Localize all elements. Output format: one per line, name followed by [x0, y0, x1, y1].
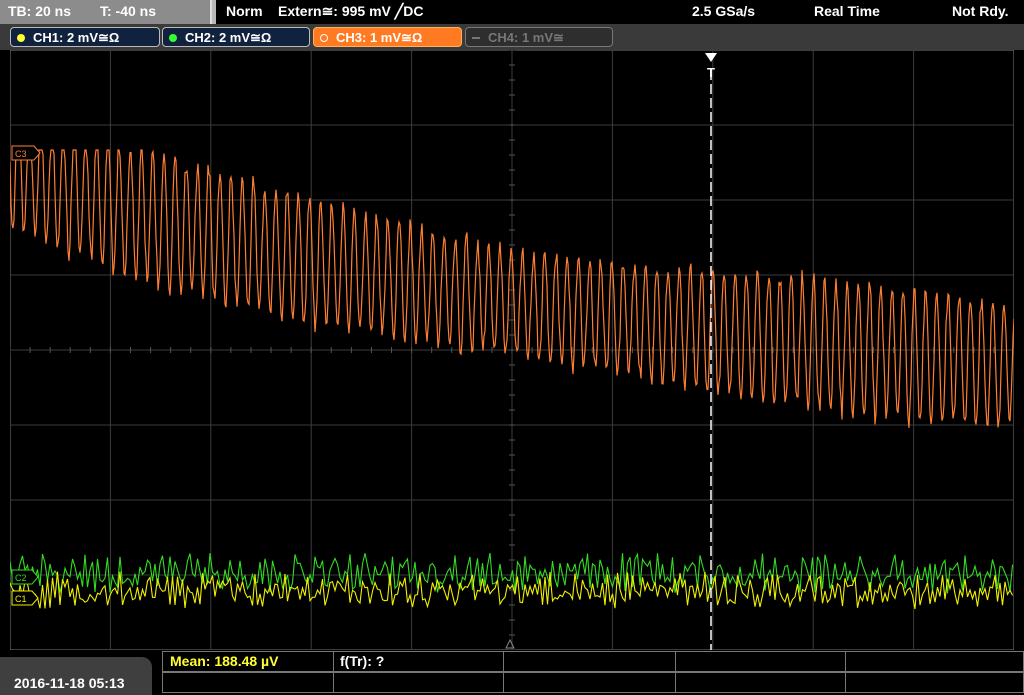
channel-bar: CH1: 2 mV≅Ω CH2: 2 mV≅Ω CH3: 1 mV≅Ω CH4:… — [0, 24, 1024, 50]
ch2-marker-label: C2 — [15, 573, 27, 583]
acquisition-mode: Real Time — [814, 3, 880, 19]
channel-3-button[interactable]: CH3: 1 mV≅Ω — [313, 27, 462, 47]
frequency-measurement: f(Tr): ? — [340, 653, 385, 669]
scope-grid: T C3 C2 C1 — [10, 50, 1014, 650]
measurement-cell — [846, 672, 1024, 693]
ch1-marker-label: C1 — [15, 594, 27, 604]
ch2-offset-marker[interactable]: C2 — [11, 569, 39, 585]
ch1-indicator-icon — [17, 34, 25, 42]
measurement-cell — [504, 651, 676, 672]
measurement-cell — [846, 651, 1024, 672]
ch3-marker-label: C3 — [15, 149, 27, 159]
ch4-off-icon — [472, 37, 480, 39]
channel-1-button[interactable]: CH1: 2 mV≅Ω — [10, 27, 160, 47]
trigger-offset-value: T: -40 ns — [100, 3, 157, 19]
measurement-cell — [334, 672, 504, 693]
trigger-source: Extern≅: 995 mV ╱DC — [278, 3, 424, 19]
timebase-value: TB: 20 ns — [8, 3, 72, 19]
sample-rate: 2.5 GSa/s — [692, 3, 756, 19]
measurement-panel[interactable]: Mean: 188.48 µV f(Tr): ? — [162, 651, 1024, 695]
measurement-cell — [162, 672, 334, 693]
ch3-offset-marker[interactable]: C3 — [11, 145, 41, 161]
datetime-label: 2016-11-18 05:13 — [14, 675, 125, 691]
measurement-cell — [676, 672, 846, 693]
timebase-panel[interactable]: TB: 20 ns T: -40 ns — [0, 0, 212, 24]
trigger-marker-label: T — [707, 65, 715, 80]
channel-4-label: CH4: 1 mV≅ — [488, 30, 564, 45]
channel-1-label: CH1: 2 mV≅Ω — [33, 30, 120, 45]
waveform-display[interactable]: T C3 C2 C1 — [10, 50, 1014, 650]
acquisition-panel[interactable]: Norm Extern≅: 995 mV ╱DC 2.5 GSa/s Real … — [216, 0, 1024, 24]
ch3-indicator-icon — [320, 34, 328, 42]
trigger-mode: Norm — [226, 3, 263, 19]
ready-state: Not Rdy. — [952, 3, 1009, 19]
measurement-cell — [504, 672, 676, 693]
ch1-offset-marker[interactable]: C1 — [11, 590, 39, 606]
measurement-cell — [676, 651, 846, 672]
channel-3-label: CH3: 1 mV≅Ω — [336, 30, 423, 45]
channel-2-label: CH2: 2 mV≅Ω — [185, 30, 272, 45]
status-bar: TB: 20 ns T: -40 ns Norm Extern≅: 995 mV… — [0, 0, 1024, 24]
mean-measurement: Mean: 188.48 µV — [170, 653, 279, 669]
ch2-indicator-icon — [169, 34, 177, 42]
channel-2-button[interactable]: CH2: 2 mV≅Ω — [162, 27, 310, 47]
channel-4-button[interactable]: CH4: 1 mV≅ — [465, 27, 613, 47]
